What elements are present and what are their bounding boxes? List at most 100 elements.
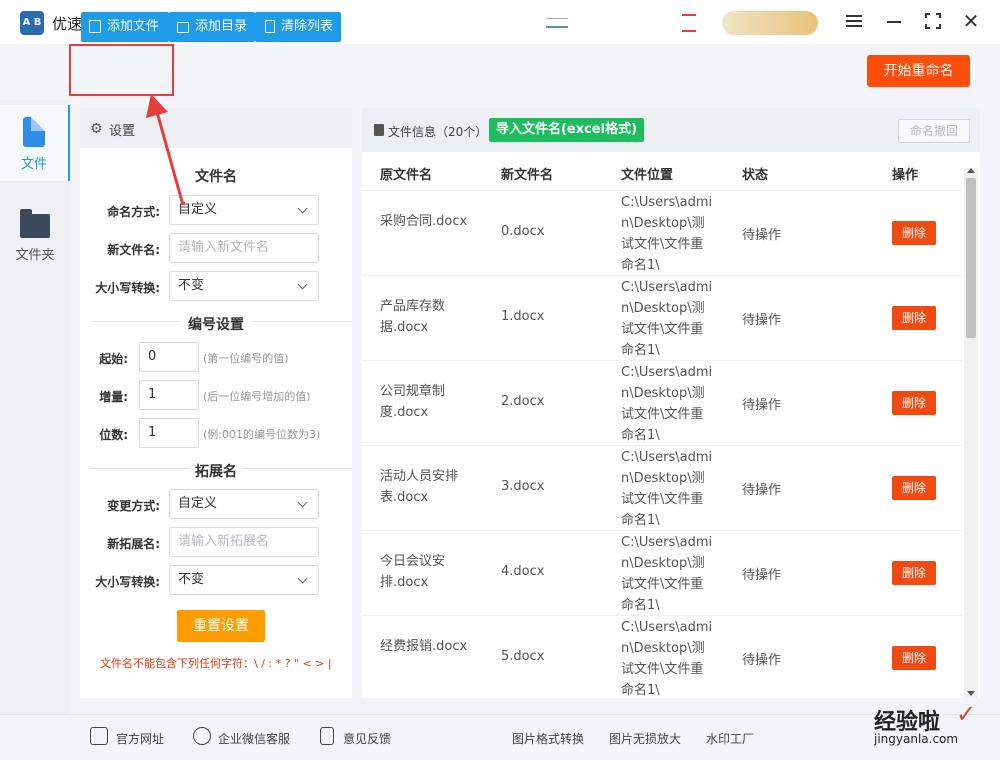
vip-badge[interactable] [722,11,818,35]
wechat-icon [193,727,211,745]
ext-case-value: 不变 [178,572,205,587]
location-cell: C:\Users\admin\Desktop\测试文件\文件重命名1\ [621,620,713,698]
settings-title: 设置 [109,124,136,139]
ext-case-select[interactable]: 不变 [169,565,319,595]
numbering-section-label: 编号设置 [182,317,250,333]
chevron-down-icon [297,279,308,290]
file-icon [374,124,384,136]
ext-section-label: 拓展名 [189,464,243,480]
case-select[interactable]: 不变 [169,271,319,301]
step-label: 增量: [99,390,128,404]
left-nav: 文件 文件夹 [0,100,70,714]
new-ext-label: 新拓展名: [107,537,160,551]
location-cell: C:\Users\admin\Desktop\测试文件\文件重命名1\ [621,195,713,273]
table-row: 产品库存数据.docx 1.docx C:\Users\admin\Deskto… [362,275,962,360]
feedback-icon [320,727,334,745]
chevron-down-icon [297,497,308,508]
invalid-chars-warning: 文件名不能包含下列任何字符：\ / : * ? " < > | [100,657,332,670]
original-name-cell: 产品库存数据.docx [380,299,446,335]
status-cell: 待操作 [742,228,782,243]
add-file-button[interactable]: 添加文件 [81,12,169,42]
chevron-down-icon [297,203,308,214]
add-file-label: 添加文件 [107,19,160,34]
start-rename-button[interactable]: 开始重命名 [867,55,970,87]
settings-header: ⚙ 设置 [80,108,352,148]
maximize-icon[interactable] [922,10,944,32]
original-name-cell: 采购合同.docx [380,214,468,229]
delete-button[interactable]: 删除 [892,476,936,500]
table-row: 今日会议安排.docx 4.docx C:\Users\admin\Deskto… [362,530,962,615]
undo-rename-button[interactable]: 命名撤回 [898,119,970,143]
clear-list-button[interactable]: 清除列表 [255,12,341,42]
ext-mode-select[interactable]: 自定义 [169,489,319,519]
delete-button[interactable]: 删除 [892,221,936,245]
document-icon [23,117,45,147]
scroll-thumb[interactable] [966,178,976,338]
app-logo-icon: A B [20,11,44,35]
new-name-cell: 0.docx [501,224,545,239]
table-row: 经费报销.docx 5.docx C:\Users\admin\Desktop\… [362,615,962,700]
menu-icon[interactable] [843,10,865,32]
notice-icon[interactable] [682,14,696,32]
new-name-cell: 1.docx [501,309,545,324]
highlight-box [69,44,174,96]
import-excel-button[interactable]: 导入文件名(excel格式) [489,118,644,142]
file-icon [89,20,101,33]
delete-button[interactable]: 删除 [892,646,936,670]
site-watermark-url: jingyanla.com [874,732,959,746]
table-row: 采购合同.docx 0.docx C:\Users\admin\Desktop\… [362,190,962,275]
location-cell: C:\Users\admin\Desktop\测试文件\文件重命名1\ [621,535,713,613]
numbering-section-title: 编号设置 [80,314,352,334]
folder-icon [177,22,189,33]
image-enlarge-link[interactable]: 图片无损放大 [609,730,681,747]
location-cell: C:\Users\admin\Desktop\测试文件\文件重命名1\ [621,280,713,358]
new-name-input[interactable]: 请输入新文件名 [169,233,319,263]
digits-hint: (例:001的编号位数为3) [203,428,321,441]
delete-button[interactable]: 删除 [892,561,936,585]
nav-item-folder[interactable]: 文件夹 [0,198,70,274]
ext-mode-label: 变更方式: [107,499,160,513]
wechat-service-link[interactable]: 企业微信客服 [218,730,290,747]
new-ext-input[interactable]: 请输入新拓展名 [169,527,319,557]
watermark-factory-link[interactable]: 水印工厂 [706,730,754,747]
close-icon[interactable]: ✕ [960,10,982,32]
start-input[interactable]: 0 [139,342,199,372]
nav-item-file[interactable]: 文件 [0,105,70,181]
start-hint: (第一位编号的值) [203,352,289,365]
case-label: 大小写转换: [95,281,160,295]
file-info-title: 文件信息（20个） [388,125,488,139]
original-name-cell: 活动人员安排表.docx [380,469,459,505]
scrollbar[interactable] [964,168,978,698]
new-name-cell: 3.docx [501,479,545,494]
naming-mode-select[interactable]: 自定义 [169,195,319,225]
clear-list-label: 清除列表 [281,19,334,34]
start-label: 起始: [99,352,128,366]
feedback-link[interactable]: 意见反馈 [343,730,391,747]
reset-settings-button[interactable]: 重置设置 [177,610,265,642]
scroll-up-icon[interactable] [967,168,975,173]
promo-icon[interactable] [546,18,568,28]
delete-button[interactable]: 删除 [892,391,936,415]
ext-mode-value: 自定义 [178,496,218,511]
naming-mode-value: 自定义 [178,202,218,217]
table-row: 公司规章制度.docx 2.docx C:\Users\admin\Deskto… [362,360,962,445]
delete-button[interactable]: 删除 [892,306,936,330]
status-cell: 待操作 [742,483,782,498]
image-convert-link[interactable]: 图片格式转换 [512,730,584,747]
location-cell: C:\Users\admin\Desktop\测试文件\文件重命名1\ [621,450,713,528]
new-name-cell: 4.docx [501,564,545,579]
digits-input[interactable]: 1 [139,418,199,448]
official-website-link[interactable]: 官方网址 [116,730,164,747]
original-name-cell: 经费报销.docx [380,639,468,654]
case-value: 不变 [178,278,205,293]
add-directory-button[interactable]: 添加目录 [169,12,255,42]
table-header: 原文件名 新文件名 文件位置 状态 操作 [362,152,962,190]
minimize-icon[interactable] [883,10,905,32]
location-cell: C:\Users\admin\Desktop\测试文件\文件重命名1\ [621,365,713,443]
ext-case-label: 大小写转换: [95,575,160,589]
table-row: 活动人员安排表.docx 3.docx C:\Users\admin\Deskt… [362,445,962,530]
col-status: 状态 [742,168,769,183]
step-input[interactable]: 1 [139,380,199,410]
trash-icon [265,20,275,33]
scroll-down-icon[interactable] [967,691,975,696]
